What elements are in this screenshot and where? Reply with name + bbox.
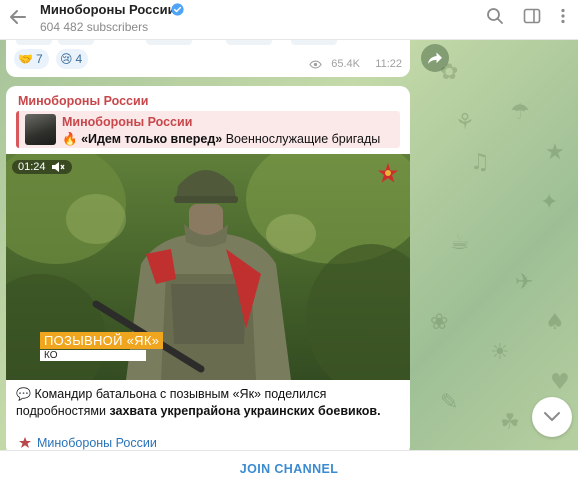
ministry-emblem-icon <box>378 163 398 183</box>
share-arrow-icon <box>428 52 442 64</box>
reaction-count: 7 <box>35 52 43 66</box>
reaction-handshake[interactable]: 🤝 7 <box>14 49 49 69</box>
forwarded-reply-preview[interactable]: Минобороны России 🔥 «Идем только вперед»… <box>16 111 400 148</box>
speech-bubble-icon: 💬 <box>16 387 31 401</box>
forward-preview-text: 🔥 «Идем только вперед» Военнослужащие бр… <box>62 131 400 147</box>
share-button[interactable] <box>421 44 449 72</box>
reaction-count: 4 <box>75 52 83 66</box>
post-text-bold: захвата укрепрайона украинских боевиков. <box>109 404 381 418</box>
views-eye-icon <box>309 60 322 69</box>
sidebar-toggle-icon[interactable] <box>522 6 542 26</box>
channel-title[interactable]: Минобороны России <box>40 2 176 17</box>
chevron-down-icon <box>544 412 560 421</box>
post-text: 💬 Командир батальона с позывным «Як» под… <box>16 386 402 420</box>
video-duration: 01:24 <box>12 160 72 174</box>
verified-badge-icon <box>171 3 184 16</box>
muted-speaker-icon[interactable] <box>51 161 65 173</box>
chat-header: Минобороны России 604 482 subscribers <box>0 0 578 40</box>
subscriber-count: 604 482 subscribers <box>40 20 149 34</box>
join-bar: JOIN CHANNEL <box>0 450 578 486</box>
reaction-crying[interactable]: 😢 4 <box>56 49 89 69</box>
channel-post: Минобороны России Минобороны России 🔥 «И… <box>6 86 410 456</box>
crying-face-emoji: 😢 <box>60 52 73 66</box>
forward-thumbnail <box>25 114 56 145</box>
message-time: 11:22 <box>375 58 402 70</box>
post-author[interactable]: Минобороны России <box>18 94 148 108</box>
previous-message-bubble: 🤝 7 😢 4 65.4K 11:22 <box>6 37 410 77</box>
duration-text: 01:24 <box>18 161 46 173</box>
forward-preview-body: Военнослужащие бригады <box>225 132 381 146</box>
ministry-emblem-small-icon <box>19 437 31 448</box>
callsign-caption: ПОЗЫВНОЙ «ЯК» <box>40 332 164 349</box>
search-icon[interactable] <box>485 6 505 26</box>
handshake-emoji: 🤝 <box>18 52 33 66</box>
join-channel-button[interactable]: JOIN CHANNEL <box>240 462 339 476</box>
more-vertical-icon[interactable] <box>553 6 573 26</box>
callsign-subcaption: КО <box>40 350 146 361</box>
view-count: 65.4K <box>331 58 360 70</box>
back-arrow-icon[interactable] <box>6 5 30 29</box>
video-player[interactable]: 01:24 ПОЗЫВНОЙ «ЯК» КО <box>6 154 410 380</box>
fire-icon: 🔥 <box>62 131 78 146</box>
post-signature[interactable]: Минобороны России <box>18 436 157 450</box>
scroll-down-button[interactable] <box>532 397 572 437</box>
signature-link[interactable]: Минобороны России <box>37 436 157 450</box>
forward-source-name: Минобороны России <box>62 115 193 129</box>
forward-preview-title: «Идем только вперед» <box>81 132 223 146</box>
